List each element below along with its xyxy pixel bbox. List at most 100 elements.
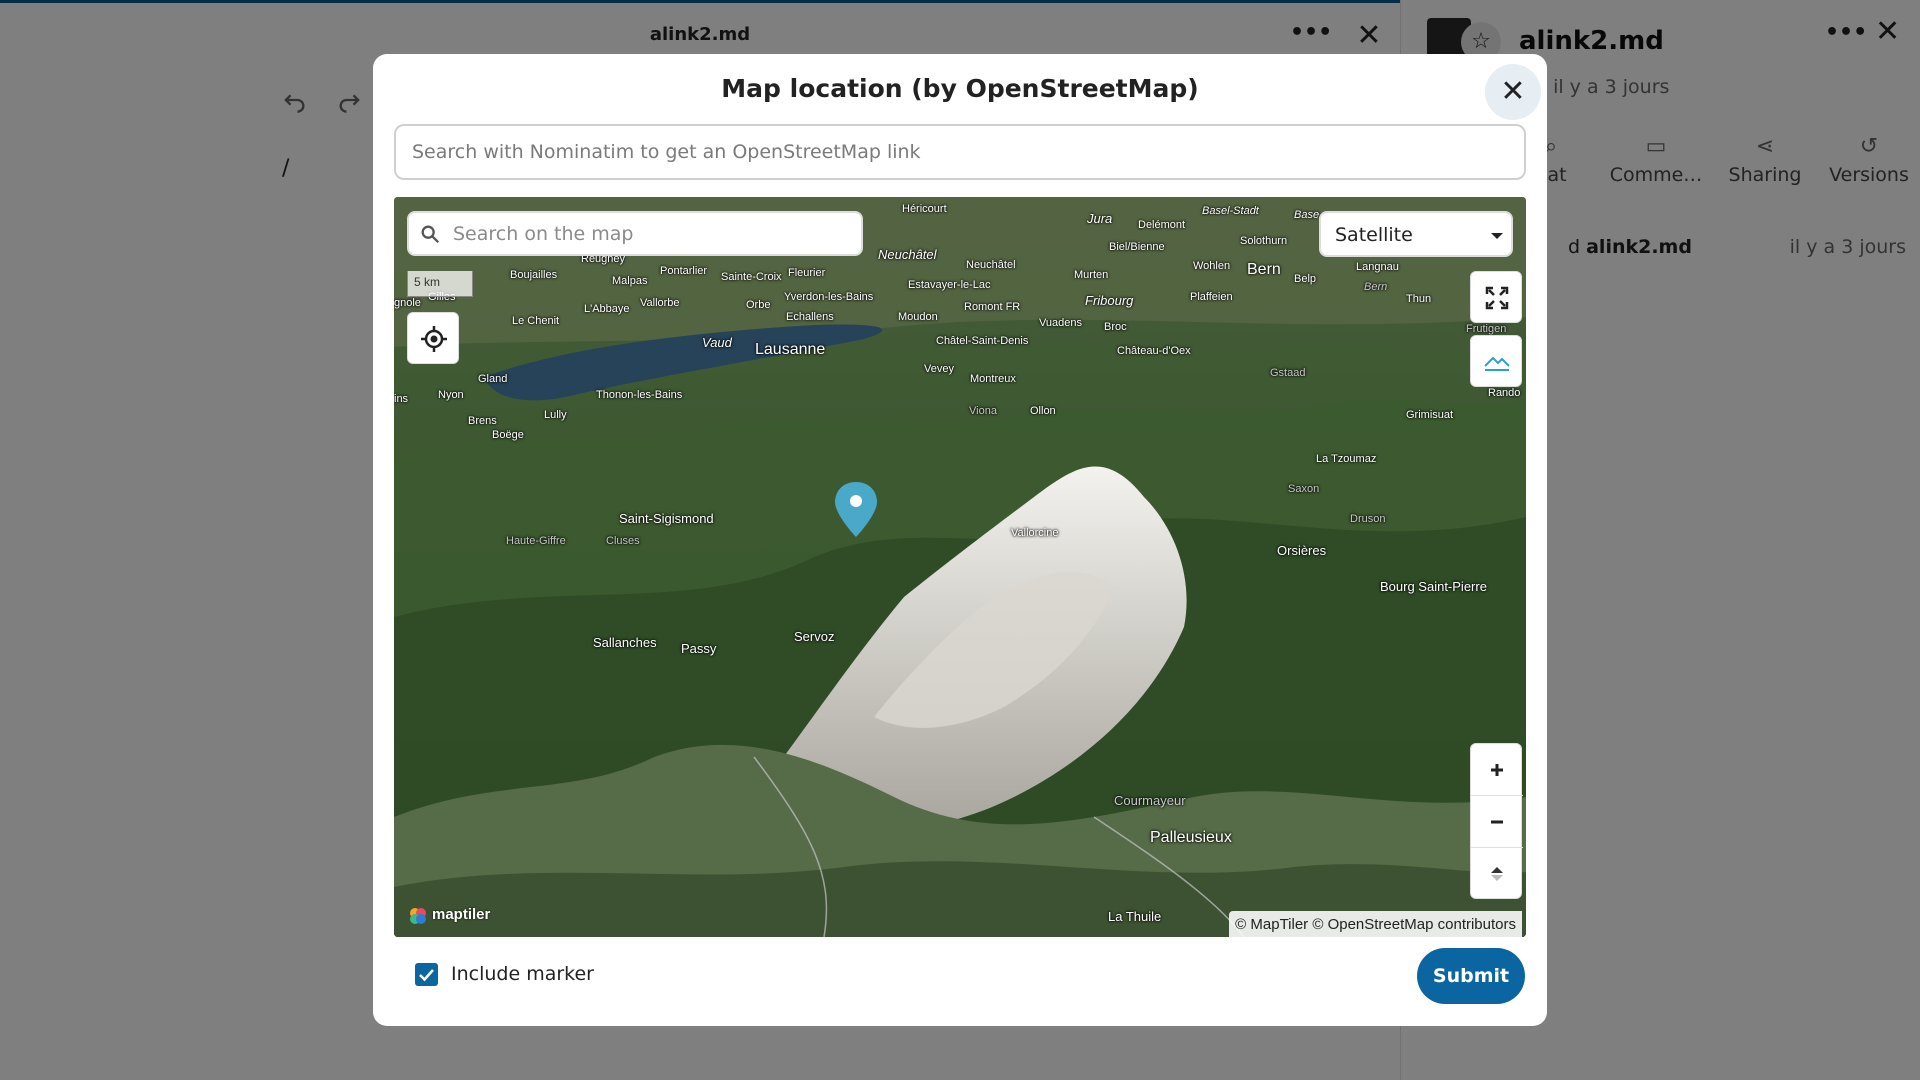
- map-label: Ollon: [1030, 405, 1056, 417]
- map-label: Langnau: [1356, 261, 1399, 273]
- map-label: Héricourt: [902, 203, 947, 215]
- map-label: Basel-Stadt: [1202, 205, 1259, 217]
- compass-icon: [1491, 867, 1503, 881]
- dialog-close-button[interactable]: ✕: [1485, 64, 1541, 120]
- maptiler-logo-icon: [410, 908, 426, 924]
- map-label: Belp: [1294, 273, 1317, 285]
- map-label: Viona: [969, 405, 997, 417]
- map-label: Passy: [681, 641, 717, 656]
- map-label: Pontarlier: [660, 265, 708, 277]
- map-label: Boëge: [492, 429, 524, 441]
- map-label: Palleusieux: [1150, 829, 1232, 846]
- zoom-controls: [1470, 743, 1523, 900]
- map-label: Orsières: [1277, 543, 1327, 558]
- fullscreen-icon: [1485, 286, 1509, 310]
- map-attribution[interactable]: © MapTiler © OpenStreetMap contributors: [1229, 911, 1522, 937]
- zoom-in-button[interactable]: [1471, 744, 1523, 796]
- search-icon: [421, 225, 440, 244]
- map-label: Fribourg: [1085, 293, 1134, 308]
- map-label: Orbe: [746, 299, 771, 311]
- map-label: Vaud: [702, 335, 732, 350]
- map-label: Solothurn: [1240, 235, 1288, 247]
- map-label: Sallanches: [593, 635, 657, 650]
- map-label: Delémont: [1138, 219, 1186, 231]
- map-label: Sainte-Croix: [721, 271, 782, 283]
- map-label: Vevey: [924, 363, 954, 375]
- map-label: La Tzoumaz: [1316, 453, 1377, 465]
- map-label: Plaffeien: [1190, 291, 1233, 303]
- map-label: Vallorbe: [640, 297, 680, 309]
- map-label: Saxon: [1288, 483, 1320, 495]
- chevron-down-icon: [1491, 233, 1503, 239]
- map-label: Frutigen: [1466, 323, 1507, 335]
- map-label: L'Abbaye: [584, 303, 630, 315]
- map-label: Bourg Saint-Pierre: [1380, 579, 1487, 594]
- maptiler-logo-text: maptiler: [432, 906, 491, 923]
- compass-button[interactable]: [1471, 848, 1523, 900]
- submit-button[interactable]: Submit: [1417, 948, 1525, 1004]
- map-label: Vallorcine: [1011, 527, 1059, 539]
- map-search-box: [407, 211, 863, 256]
- map-label: Gland: [478, 373, 508, 385]
- map-label: Romont FR: [964, 301, 1021, 313]
- map-label: Estavayer-le-Lac: [908, 279, 991, 291]
- map-label: Yverdon-les-Bains: [784, 291, 874, 303]
- map-label: Haute-Giffre: [506, 535, 566, 547]
- map-label: La Thuile: [1108, 909, 1162, 924]
- map-label: Thun: [1406, 293, 1432, 305]
- map-label: Echallens: [786, 311, 834, 323]
- map-label: Lully: [544, 409, 567, 421]
- map-label: Wohlen: [1193, 260, 1231, 272]
- map-style-value: Satellite: [1335, 224, 1413, 246]
- map-label: Brens: [468, 415, 497, 427]
- nominatim-search-input[interactable]: [394, 124, 1526, 180]
- map-label: Neuchâtel: [966, 259, 1016, 271]
- map-label: Vuadens: [1039, 317, 1083, 329]
- satellite-terrain: [394, 197, 1526, 937]
- fullscreen-button[interactable]: [1470, 271, 1522, 323]
- map-label: Le Chenit: [512, 315, 560, 327]
- map-label: Courmayeur: [1114, 793, 1186, 808]
- map-label: Grimisuat: [1406, 409, 1454, 421]
- map-label: Cluses: [606, 535, 640, 547]
- map-view[interactable]: Héricourt Jura Delémont Basel-Stadt Base…: [394, 197, 1526, 937]
- map-label: gnole: [394, 297, 421, 309]
- map-label: Montreux: [970, 373, 1016, 385]
- map-label: ins: [394, 393, 409, 405]
- minus-icon: [1491, 820, 1503, 824]
- map-label: Boujailles: [510, 269, 558, 281]
- map-label: Bern: [1247, 261, 1281, 278]
- map-label: Jura: [1087, 211, 1113, 226]
- map-label: Rando: [1488, 387, 1521, 399]
- dialog-title: Map location (by OpenStreetMap): [721, 74, 1199, 103]
- map-label: Château-d'Oex: [1117, 345, 1191, 357]
- crosshair-icon: [421, 326, 447, 352]
- map-search-input[interactable]: [453, 219, 853, 249]
- include-marker-label: Include marker: [451, 963, 594, 985]
- map-label: Broc: [1104, 321, 1127, 333]
- map-label: Neuchâtel: [878, 247, 937, 262]
- map-label: Lausanne: [755, 341, 826, 358]
- checkmark-icon: [419, 969, 434, 982]
- geolocate-button[interactable]: [407, 312, 459, 364]
- map-label: Bern: [1364, 281, 1388, 293]
- map-label: Base: [1294, 209, 1320, 221]
- map-scale: 5 km: [407, 271, 473, 297]
- map-label: Châtel-Saint-Denis: [936, 335, 1029, 347]
- map-label: Murten: [1074, 269, 1109, 281]
- terrain-icon: [1484, 356, 1510, 371]
- zoom-out-button[interactable]: [1471, 796, 1523, 848]
- map-label: Saint-Sigismond: [619, 511, 714, 526]
- map-style-select[interactable]: Satellite: [1319, 211, 1513, 257]
- map-label: Gstaad: [1270, 367, 1306, 379]
- map-label: Biel/Bienne: [1109, 241, 1165, 253]
- map-label: Fleurier: [788, 267, 826, 279]
- include-marker-checkbox[interactable]: [415, 963, 438, 986]
- map-location-dialog: Map location (by OpenStreetMap) ✕ Search…: [373, 54, 1547, 1026]
- map-label: Servoz: [794, 629, 835, 644]
- map-label: Moudon: [898, 311, 938, 323]
- terrain-toggle-button[interactable]: [1470, 335, 1522, 387]
- plus-icon: [1491, 764, 1503, 776]
- map-label: Nyon: [438, 389, 464, 401]
- map-label: Malpas: [612, 275, 648, 287]
